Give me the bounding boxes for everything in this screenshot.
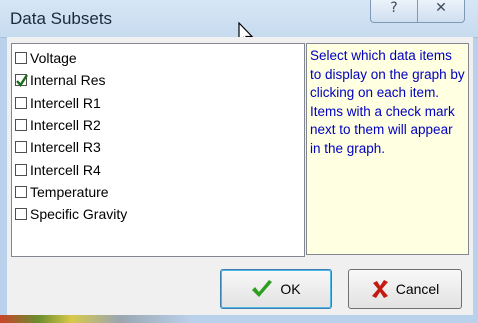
list-item-label: Specific Gravity — [30, 206, 128, 223]
list-item[interactable]: Specific Gravity — [15, 203, 127, 225]
data-items-list: Voltage Internal Res Intercell R1 Intercell… — [11, 43, 305, 257]
checkbox[interactable] — [15, 208, 27, 221]
cancel-button[interactable]: Cancel — [348, 269, 462, 309]
list-item[interactable]: Intercell R2 — [15, 114, 101, 136]
help-text-panel: Select which data items to display on th… — [306, 43, 469, 255]
checkbox[interactable] — [15, 52, 27, 64]
help-icon: ? — [390, 0, 398, 16]
list-item[interactable]: Intercell R3 — [15, 136, 101, 158]
list-item-label: Temperature — [30, 183, 109, 200]
checkbox[interactable] — [15, 96, 27, 109]
green-checkmark-icon — [251, 280, 273, 298]
list-item-label: Internal Res — [30, 72, 106, 89]
list-item[interactable]: Temperature — [15, 181, 109, 203]
checkbox[interactable] — [15, 163, 27, 176]
checkbox[interactable] — [15, 185, 27, 198]
checkbox[interactable] — [15, 118, 27, 131]
cancel-button-label: Cancel — [395, 281, 440, 297]
list-item-label: Intercell R3 — [30, 139, 101, 156]
checkbox[interactable] — [15, 141, 27, 154]
red-x-icon — [371, 280, 389, 298]
list-item-label: Intercell R2 — [30, 116, 101, 133]
ok-button-label: OK — [280, 281, 301, 297]
checkmark-icon — [16, 74, 29, 88]
checkbox-checked[interactable] — [15, 74, 29, 88]
close-button[interactable]: ✕ — [417, 0, 465, 23]
list-item-label: Intercell R4 — [30, 161, 101, 178]
dialog-title: Data Subsets — [10, 9, 113, 28]
list-item[interactable]: Intercell R1 — [15, 92, 101, 114]
dialog-client-area: Voltage Internal Res Intercell R1 Intercell… — [7, 37, 473, 315]
list-item-label: Intercell R1 — [30, 94, 101, 111]
close-icon: ✕ — [435, 0, 447, 16]
ok-button[interactable]: OK — [220, 269, 332, 309]
data-subsets-dialog: Data Subsets ? ✕ Voltage Internal Res Inte… — [0, 0, 478, 323]
list-item[interactable]: Internal Res — [15, 69, 105, 91]
help-text: Select which data items to display on th… — [310, 48, 465, 156]
list-item[interactable]: Voltage — [15, 47, 77, 69]
help-button[interactable]: ? — [370, 0, 418, 23]
list-item[interactable]: Intercell R4 — [15, 159, 101, 181]
list-item-label: Voltage — [30, 50, 77, 66]
background-taskbar-strip — [0, 315, 478, 323]
